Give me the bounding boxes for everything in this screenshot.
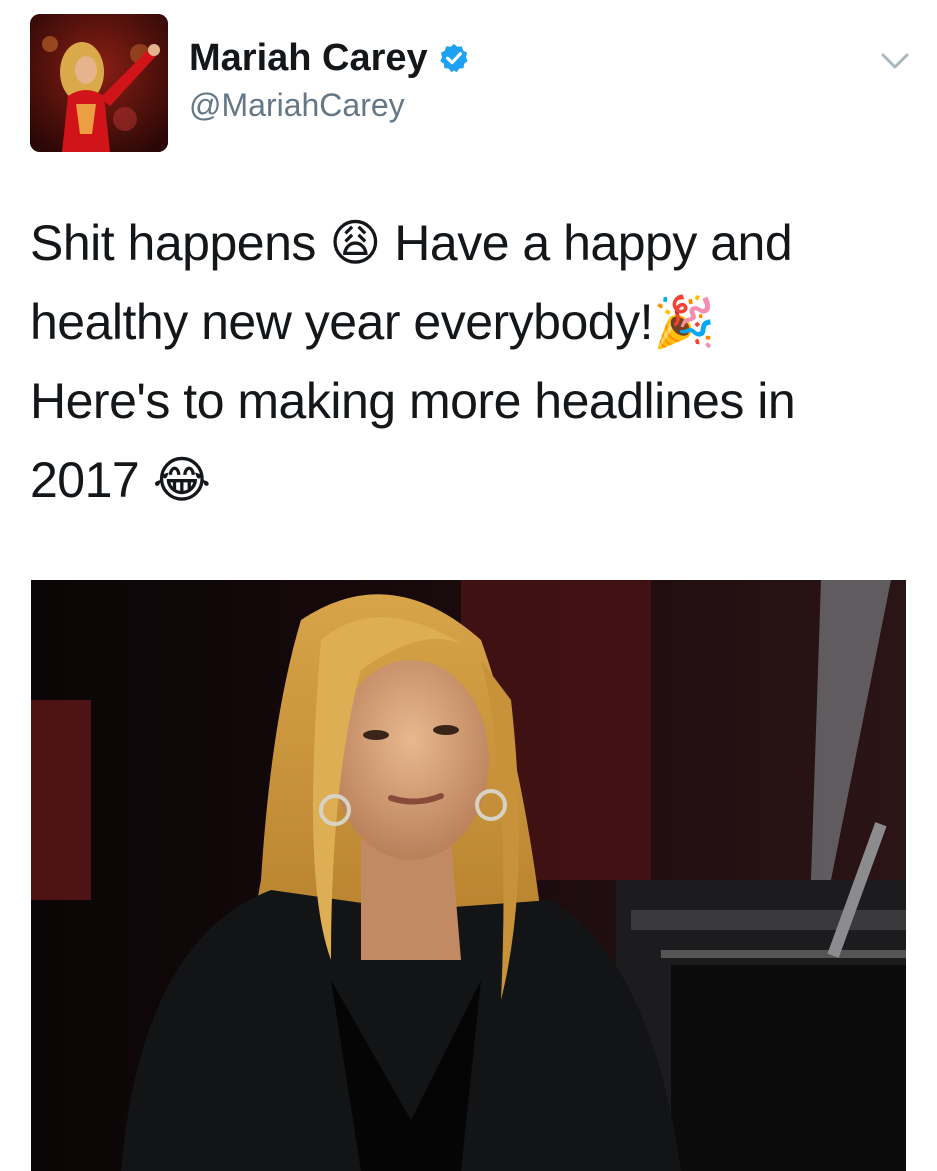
user-handle[interactable]: @MariahCarey <box>189 86 405 124</box>
name-row: Mariah Carey <box>189 36 470 80</box>
tweet-text-line: Here's to making more headlines in <box>30 373 796 429</box>
verified-badge-icon <box>439 44 468 73</box>
tweet-text-line: Shit happens 😩 Have a happy and <box>30 215 793 271</box>
tweet-text: Shit happens 😩 Have a happy and healthy … <box>30 204 910 520</box>
tweet-text-line: healthy new year everybody!🎉 <box>30 294 715 350</box>
user-avatar[interactable] <box>30 14 168 152</box>
tweet-media-gif[interactable] <box>31 580 906 1171</box>
tweet-text-line: 2017 😂 <box>30 452 211 508</box>
chevron-down-icon[interactable] <box>880 50 910 72</box>
display-name[interactable]: Mariah Carey <box>189 36 428 80</box>
tweet-card: Mariah Carey @MariahCarey Shit happens 😩… <box>0 0 937 1171</box>
